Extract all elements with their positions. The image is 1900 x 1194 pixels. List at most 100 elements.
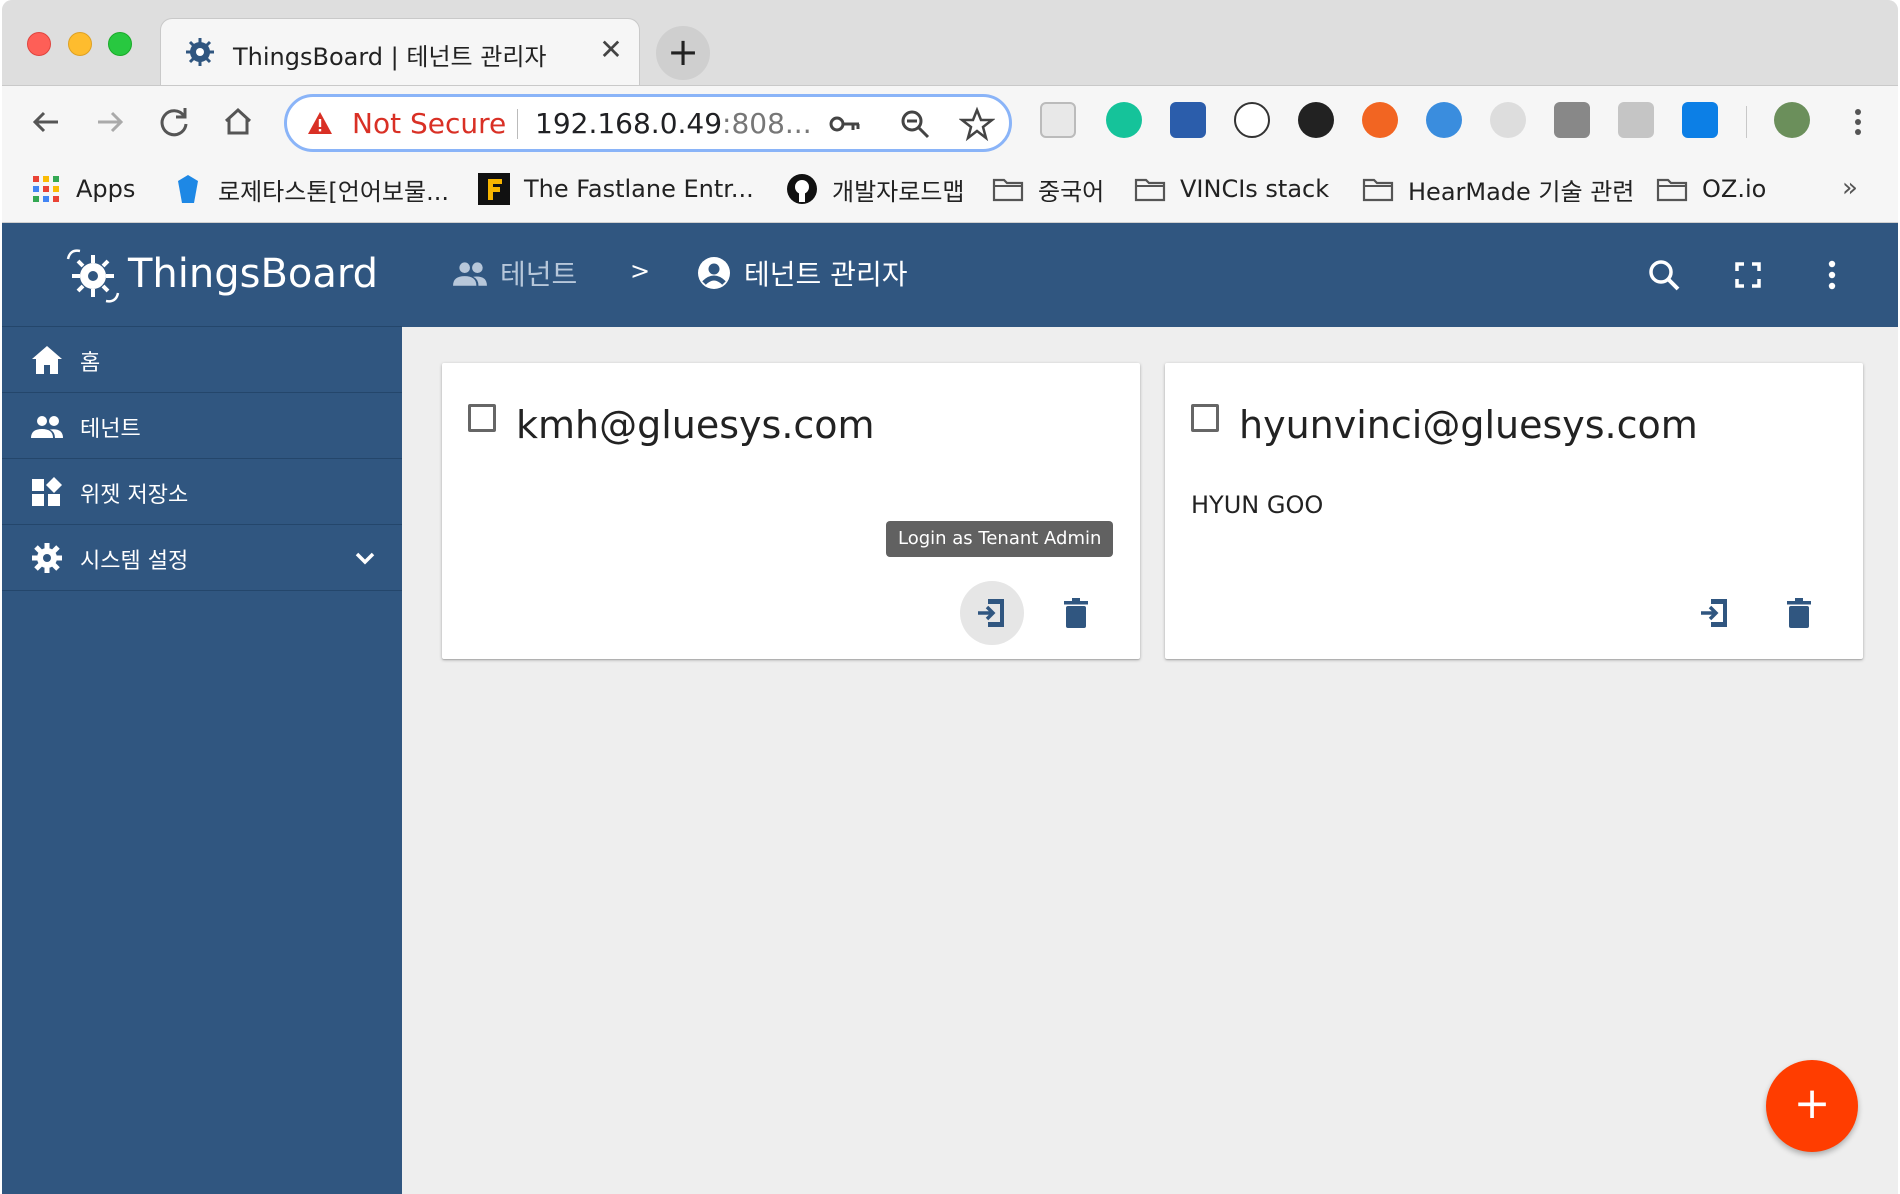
bookmarks-overflow-icon[interactable]: »: [1842, 173, 1858, 203]
sidebar-item-label: 홈: [80, 351, 101, 376]
new-tab-button[interactable]: +: [656, 26, 710, 80]
select-checkbox[interactable]: [468, 404, 496, 432]
browser-menu-icon[interactable]: [1840, 104, 1876, 140]
json-viewer-icon[interactable]: [1234, 102, 1270, 138]
sidebar-item-system-settings[interactable]: 시스템 설정: [2, 525, 402, 591]
key-icon[interactable]: [827, 106, 863, 142]
globe-extension-icon[interactable]: [1426, 102, 1462, 138]
login-as-tenant-admin-button[interactable]: [960, 581, 1024, 645]
bookmark-extension-icon[interactable]: [1170, 102, 1206, 138]
more-vert-icon[interactable]: [1812, 255, 1852, 295]
address-bar[interactable]: Not Secure 192.168.0.49:808...: [284, 94, 1012, 152]
sidebar-item-home[interactable]: 홈: [2, 327, 402, 393]
thingsboard-favicon-icon: [186, 38, 214, 66]
forward-button[interactable]: [88, 100, 132, 144]
account-circle-icon: [698, 257, 730, 289]
back-button[interactable]: [24, 100, 68, 144]
fullscreen-icon[interactable]: [1728, 255, 1768, 295]
grammarly-icon[interactable]: [1106, 102, 1142, 138]
bookmark-rosetta[interactable]: 로제타스톤[언어보물...: [172, 171, 449, 207]
github-icon: [787, 174, 817, 204]
trash-icon: [1064, 598, 1088, 628]
bookmarks-bar: Apps 로제타스톤[언어보물... The Fastlane Entr... …: [2, 157, 1898, 223]
maximize-window-button[interactable]: [108, 32, 132, 56]
bookmark-apps[interactable]: Apps: [30, 171, 135, 207]
bookmark-label: OZ.io: [1702, 175, 1767, 203]
people-icon: [31, 416, 63, 438]
breadcrumb-parent-label: 테넌트: [500, 258, 578, 291]
bookmark-folder-vincis[interactable]: VINCIs stack: [1134, 171, 1329, 207]
login-icon: [1701, 599, 1727, 627]
sidebar-item-label: 테넌트: [80, 417, 141, 442]
forward-arrow-icon: [98, 111, 124, 133]
apps-grid-icon: [33, 176, 59, 202]
zoom-icon[interactable]: [897, 106, 933, 142]
card-title: kmh@gluesys.com: [516, 403, 875, 447]
card-subtitle: HYUN GOO: [1191, 491, 1324, 519]
login-icon: [978, 599, 1004, 627]
not-secure-label[interactable]: Not Secure: [352, 107, 506, 140]
omnibox-divider: [517, 109, 518, 139]
bookmark-label: The Fastlane Entr...: [524, 175, 754, 203]
url-text[interactable]: 192.168.0.49:808...: [535, 107, 812, 140]
bookmark-label: 로제타스톤[언어보물...: [218, 177, 449, 206]
trello-icon[interactable]: [1682, 102, 1718, 138]
add-tenant-admin-button[interactable]: +: [1766, 1060, 1858, 1152]
google-extension-icon[interactable]: [1490, 102, 1526, 138]
back-arrow-icon: [32, 111, 58, 133]
delete-button[interactable]: [1767, 581, 1831, 645]
sidebar-item-widgets[interactable]: 위젯 저장소: [2, 459, 402, 525]
card-title: hyunvinci@gluesys.com: [1239, 403, 1698, 447]
people-icon: [453, 262, 487, 286]
browser-toolbar: Not Secure 192.168.0.49:808...: [2, 85, 1898, 157]
minimize-window-button[interactable]: [68, 32, 92, 56]
home-button[interactable]: [216, 100, 260, 144]
reload-button[interactable]: [152, 100, 196, 144]
bookmark-label: VINCIs stack: [1180, 175, 1330, 203]
timer-extension-icon[interactable]: [1298, 102, 1334, 138]
browser-window: ThingsBoard | 테넌트 관리자 ✕ + Not Secure 192…: [2, 0, 1898, 1194]
bookmark-folder-hearmade[interactable]: HearMade 기술 관련: [1362, 171, 1634, 207]
close-window-button[interactable]: [27, 32, 51, 56]
lifebuoy-extension-icon[interactable]: [1362, 102, 1398, 138]
bookmark-folder-oz[interactable]: OZ.io: [1656, 171, 1766, 207]
fastlane-icon: [478, 173, 510, 205]
bookmark-label: Apps: [76, 175, 136, 203]
tab-strip: ThingsBoard | 테넌트 관리자 ✕ +: [2, 0, 1898, 85]
sidebar-item-label: 위젯 저장소: [80, 483, 189, 508]
tag-extension-icon[interactable]: [1618, 102, 1654, 138]
brand[interactable]: ThingsBoard: [2, 223, 402, 327]
reload-icon: [160, 108, 188, 137]
extension-reader-icon[interactable]: [1040, 102, 1076, 138]
bookmark-devroadmap[interactable]: 개발자로드맵: [786, 171, 964, 207]
tenant-admin-card[interactable]: kmh@gluesys.com Login as Tenant Admin: [442, 363, 1140, 659]
search-icon[interactable]: [1644, 255, 1684, 295]
select-checkbox[interactable]: [1191, 404, 1219, 432]
window-extension-icon[interactable]: [1554, 102, 1590, 138]
tenant-admin-card[interactable]: hyunvinci@gluesys.com HYUN GOO: [1165, 363, 1863, 659]
bookmark-fastlane[interactable]: The Fastlane Entr...: [478, 171, 754, 207]
sidebar-item-tenants[interactable]: 테넌트: [2, 393, 402, 459]
brand-name: ThingsBoard: [128, 251, 379, 297]
chevron-down-icon[interactable]: [352, 545, 378, 571]
breadcrumb-current: 테넌트 관리자: [696, 253, 907, 293]
breadcrumb-current-label: 테넌트 관리자: [744, 258, 908, 291]
tab-close-icon[interactable]: ✕: [594, 33, 628, 67]
widgets-icon: [32, 477, 62, 506]
folder-icon: [1362, 178, 1394, 202]
bookmark-label: HearMade 기술 관련: [1408, 177, 1635, 206]
bookmark-folder-chinese[interactable]: 중국어: [992, 171, 1104, 207]
profile-avatar[interactable]: [1774, 102, 1810, 138]
gear-icon: [32, 543, 62, 573]
delete-button[interactable]: [1044, 581, 1108, 645]
login-as-tenant-admin-button[interactable]: [1683, 581, 1747, 645]
breadcrumb-tenants[interactable]: 테넌트: [452, 253, 577, 293]
bookmark-star-icon[interactable]: [959, 106, 995, 142]
app-topbar: 테넌트 > 테넌트 관리자: [402, 223, 1898, 327]
home-outline-icon: [224, 107, 252, 135]
browser-tab-active[interactable]: ThingsBoard | 테넌트 관리자 ✕: [160, 18, 640, 85]
url-rest: :808...: [722, 107, 812, 140]
rosetta-stone-icon: [178, 175, 198, 203]
thingsboard-logo-icon: [66, 249, 120, 303]
warning-triangle-icon: [308, 112, 332, 134]
